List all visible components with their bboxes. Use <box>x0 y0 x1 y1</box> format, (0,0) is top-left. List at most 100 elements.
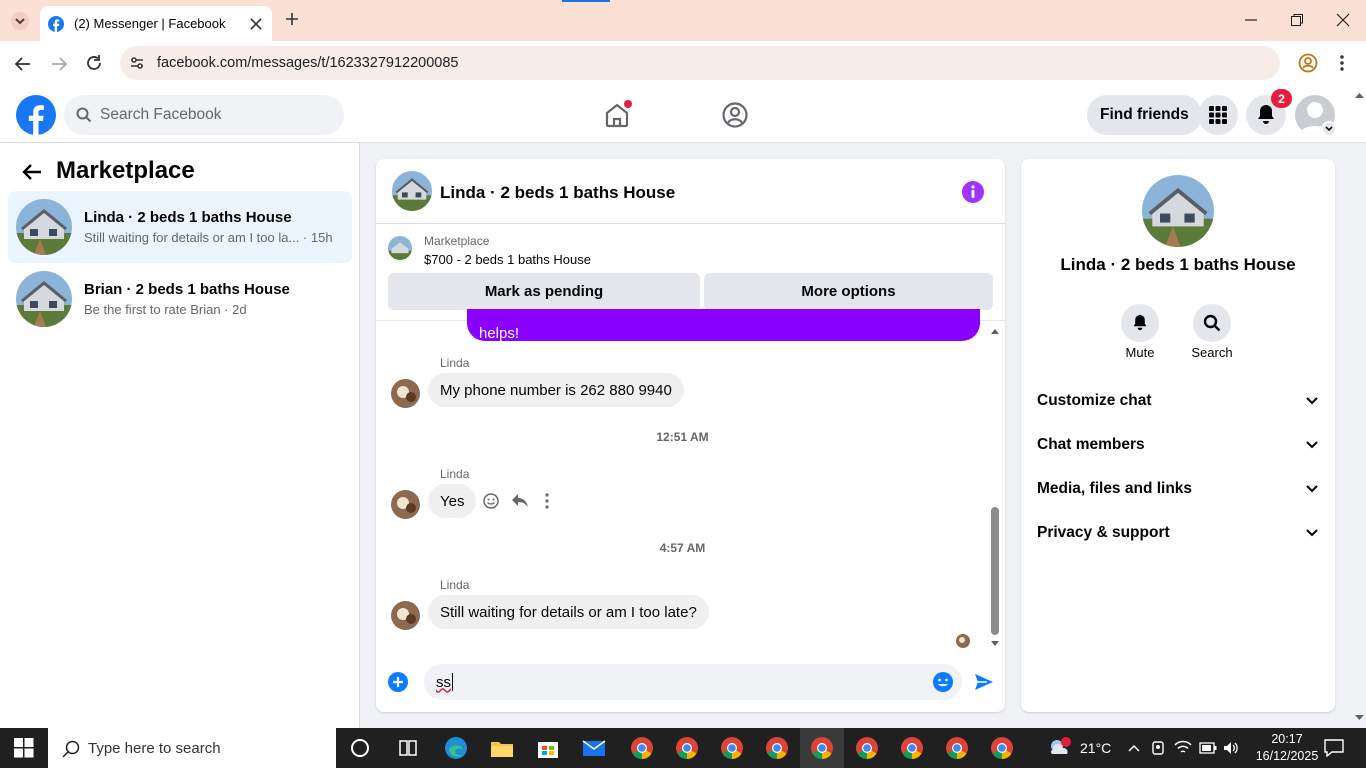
chrome-icon[interactable] <box>855 736 879 760</box>
mail-icon[interactable] <box>582 736 606 760</box>
sender-avatar[interactable] <box>391 601 420 630</box>
notification-center-icon[interactable] <box>1324 739 1344 757</box>
conversation-name: Brian · 2 beds 1 baths House <box>84 281 290 298</box>
weather-icon[interactable] <box>1047 736 1071 760</box>
chrome-icon[interactable] <box>810 736 834 760</box>
edge-browser-icon[interactable] <box>444 736 468 760</box>
chat-members-section[interactable]: Chat members <box>1037 427 1319 463</box>
message-timestamp: 12:51 AM <box>656 430 709 444</box>
seen-avatar <box>956 634 970 648</box>
message-bubble[interactable]: Yes <box>428 484 477 518</box>
search-in-conversation-button[interactable] <box>1193 304 1231 342</box>
forward-icon[interactable] <box>50 55 68 73</box>
tray-chevron-up-icon[interactable] <box>1127 741 1141 755</box>
clock-time: 20:17 <box>1271 732 1303 746</box>
emoji-picker-icon[interactable] <box>932 671 954 693</box>
search-icon <box>1203 314 1221 332</box>
chrome-icon[interactable] <box>900 736 924 760</box>
windows-start-icon[interactable] <box>14 738 34 758</box>
back-arrow-icon[interactable] <box>22 163 42 181</box>
mark-as-pending-button[interactable]: Mark as pending <box>388 273 700 310</box>
bell-icon <box>1132 314 1148 332</box>
section-label: Customize chat <box>1037 392 1152 409</box>
find-friends-button[interactable]: Find friends <box>1087 95 1202 135</box>
chat-scrollbar[interactable] <box>990 325 1000 650</box>
system-clock[interactable]: 20:17 16/12/2025 <box>1252 731 1322 765</box>
details-avatar[interactable] <box>1142 175 1214 247</box>
conversation-linda[interactable]: Linda · 2 beds 1 baths House Still waiti… <box>8 191 352 263</box>
close-window-icon[interactable] <box>1335 12 1351 28</box>
minimize-icon[interactable] <box>1243 12 1259 28</box>
taskbar-search-input[interactable]: Type here to search <box>48 728 336 768</box>
outgoing-message-bubble[interactable]: helps! <box>467 309 980 342</box>
reload-icon[interactable] <box>85 54 103 72</box>
site-info-icon[interactable] <box>129 55 145 71</box>
details-title: Linda · 2 beds 1 baths House <box>1060 255 1296 274</box>
chrome-icon[interactable] <box>765 736 789 760</box>
message-bubble[interactable]: My phone number is 262 880 9940 <box>428 373 684 407</box>
wifi-icon[interactable] <box>1174 740 1192 756</box>
file-explorer-icon[interactable] <box>490 736 514 760</box>
bell-icon <box>1256 104 1276 126</box>
sender-avatar[interactable] <box>391 379 420 408</box>
chrome-icon[interactable] <box>945 736 969 760</box>
message-composer-input[interactable]: ss <box>424 664 962 700</box>
listing-title[interactable]: $700 - 2 beds 1 baths House <box>424 252 591 267</box>
chat-title[interactable]: Linda · 2 beds 1 baths House <box>440 183 675 203</box>
close-tab-icon[interactable] <box>250 17 262 30</box>
tab-indicator <box>562 0 610 2</box>
text-cursor <box>452 673 453 691</box>
more-options-button[interactable]: More options <box>704 273 993 310</box>
profile-icon[interactable] <box>1298 53 1318 73</box>
store-icon[interactable] <box>536 736 560 760</box>
listing-thumbnail[interactable] <box>388 236 412 260</box>
conversation-preview: Still waiting for details or am I too la… <box>84 230 333 245</box>
address-bar[interactable]: facebook.com/messages/t/1623327912200085 <box>120 46 1280 80</box>
account-chevron-icon[interactable] <box>1321 121 1337 137</box>
chrome-icon[interactable] <box>990 736 1014 760</box>
task-view-icon[interactable] <box>396 736 420 760</box>
facebook-search-input[interactable]: Search Facebook <box>64 95 344 135</box>
restore-icon[interactable] <box>1289 12 1305 28</box>
browser-menu-icon[interactable] <box>1334 53 1350 73</box>
page-scrollbar[interactable] <box>1353 88 1366 728</box>
volume-icon[interactable] <box>1222 740 1240 756</box>
battery-icon[interactable] <box>1199 742 1217 754</box>
menu-grid-button[interactable] <box>1198 95 1238 135</box>
section-label: Privacy & support <box>1037 524 1170 541</box>
media-files-links-section[interactable]: Media, files and links <box>1037 471 1319 507</box>
privacy-support-section[interactable]: Privacy & support <box>1037 515 1319 551</box>
reply-icon[interactable] <box>511 493 529 509</box>
add-attachment-icon[interactable] <box>388 672 408 692</box>
search-label: Search <box>1191 345 1233 360</box>
chevron-down-icon <box>1305 438 1319 452</box>
home-icon[interactable] <box>603 100 632 129</box>
sender-avatar[interactable] <box>391 490 420 519</box>
cortana-icon[interactable] <box>348 736 372 760</box>
message-bubble[interactable]: Still waiting for details or am I too la… <box>428 595 709 629</box>
home-notification-dot <box>624 100 632 108</box>
chrome-icon[interactable] <box>720 736 744 760</box>
new-tab-icon[interactable] <box>284 11 300 27</box>
send-icon[interactable] <box>973 671 995 693</box>
chevron-down-icon <box>1305 482 1319 496</box>
friends-icon[interactable] <box>721 101 749 129</box>
chrome-icon[interactable] <box>675 736 699 760</box>
conversation-name: Linda · 2 beds 1 baths House <box>84 209 292 226</box>
customize-chat-section[interactable]: Customize chat <box>1037 383 1319 419</box>
more-actions-icon[interactable] <box>541 493 553 509</box>
browser-tab[interactable]: (2) Messenger | Facebook <box>40 6 272 41</box>
react-emoji-icon[interactable] <box>483 493 499 509</box>
url-text: facebook.com/messages/t/1623327912200085 <box>157 55 459 71</box>
chevron-down-icon <box>1305 394 1319 408</box>
mute-button[interactable] <box>1121 304 1159 342</box>
back-icon[interactable] <box>14 55 32 73</box>
conversation-info-icon[interactable] <box>962 181 984 203</box>
chat-avatar[interactable] <box>392 171 432 211</box>
tab-list-icon[interactable] <box>10 11 30 31</box>
conversation-brian[interactable]: Brian · 2 beds 1 baths House Be the firs… <box>8 263 352 335</box>
meet-now-icon[interactable] <box>1151 740 1167 756</box>
chrome-icon[interactable] <box>630 736 654 760</box>
house-thumbnail <box>16 271 72 327</box>
facebook-logo-icon[interactable] <box>16 95 56 135</box>
